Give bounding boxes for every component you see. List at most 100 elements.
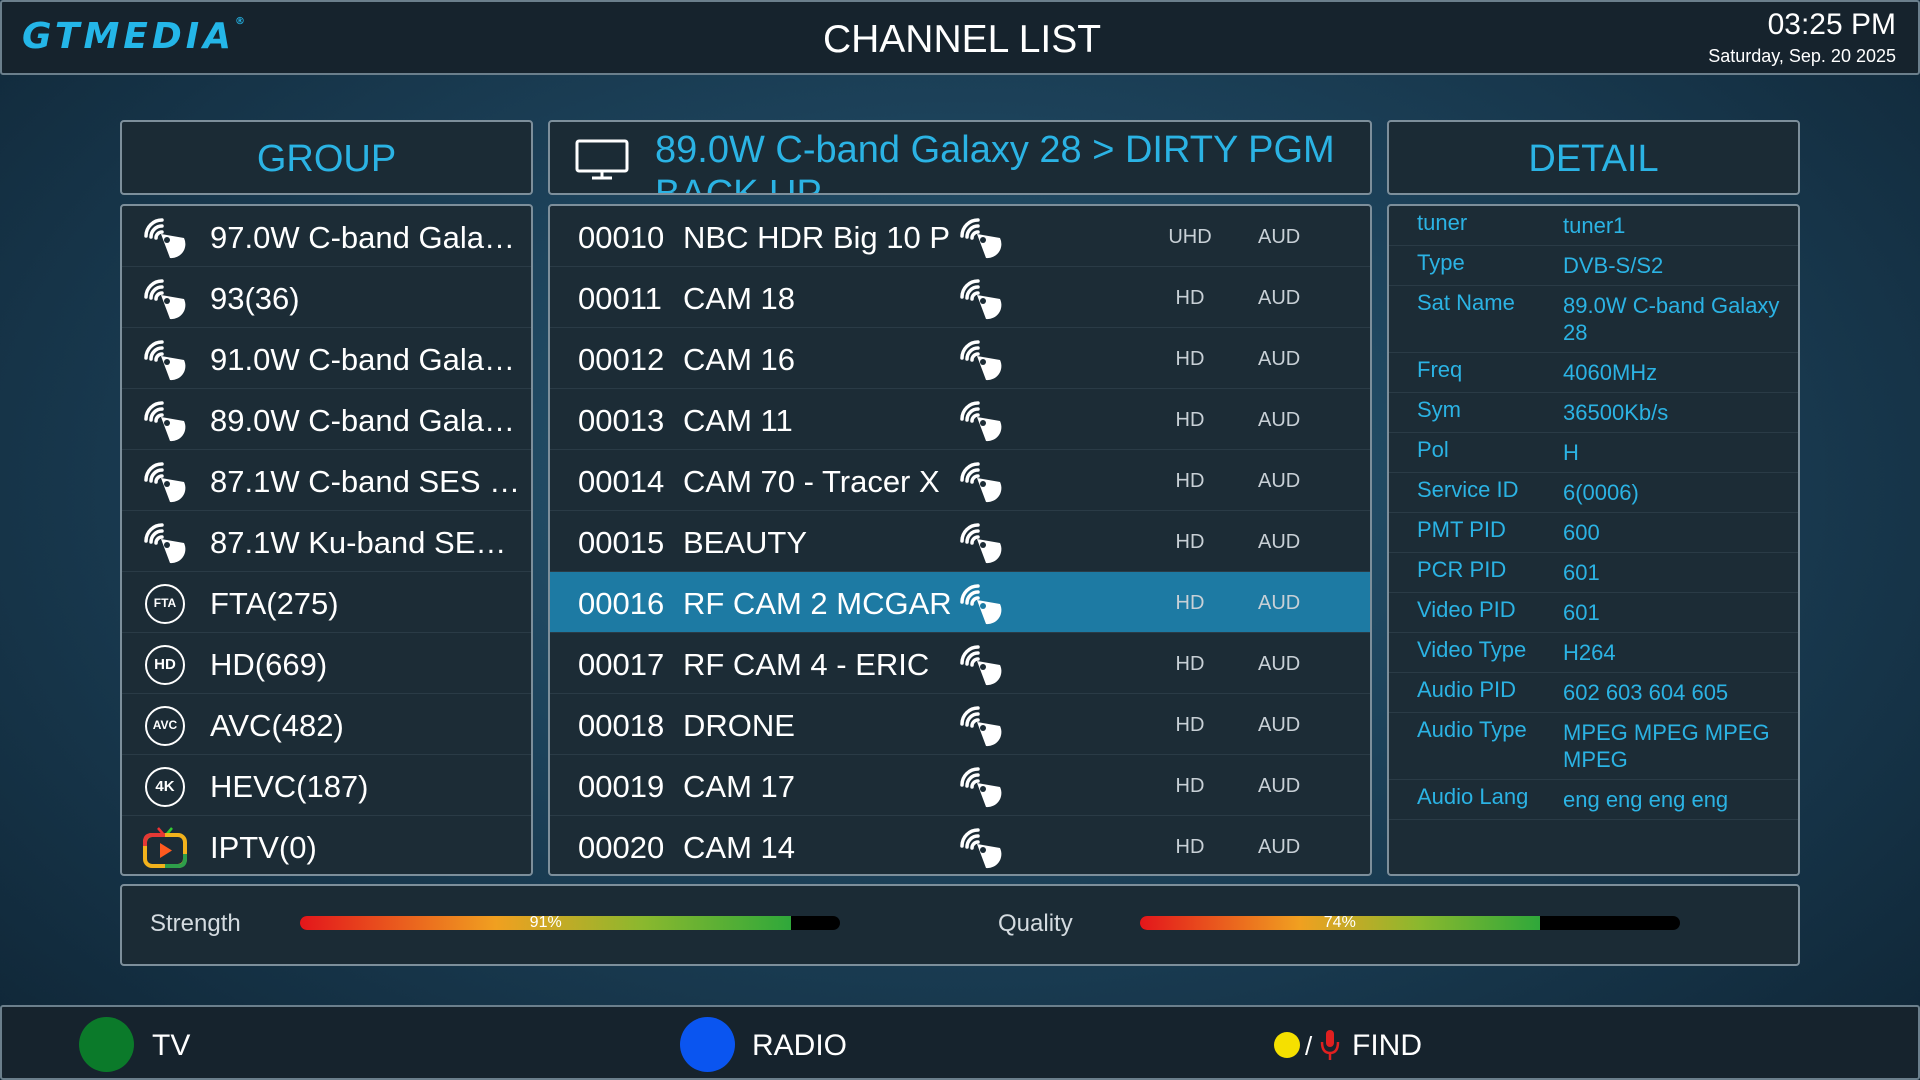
quality-label: Quality [998, 910, 1073, 937]
signal-panel: Strength 91% Quality 74% [120, 884, 1800, 966]
group-header: GROUP [120, 120, 533, 195]
group-item[interactable]: 87.1W C-band SES 2 & SES 3 [122, 450, 531, 511]
detail-row: Service ID 6(0006) [1389, 473, 1798, 513]
channel-row[interactable]: 00017 RF CAM 4 - ERIC HD AUD [550, 633, 1370, 694]
bottom-bar: TV RADIO / FIND [0, 1005, 1920, 1080]
detail-row: Video PID 601 [1389, 593, 1798, 633]
channel-name: RF CAM 4 - ERIC [683, 647, 930, 682]
group-item[interactable]: 87.1W Ku-band SES 2 & SES 3 [122, 511, 531, 572]
satellite-icon [142, 521, 188, 565]
channel-name: CAM 18 [683, 281, 795, 316]
channel-name: CAM 17 [683, 769, 795, 804]
channel-row[interactable]: 00019 CAM 17 HD AUD [550, 755, 1370, 816]
strength-bar: 91% [300, 916, 840, 930]
detail-row: Type DVB-S/S2 [1389, 246, 1798, 286]
group-item[interactable]: 89.0W C-band Galaxy 28 [122, 389, 531, 450]
detail-row: tuner tuner1 [1389, 206, 1798, 246]
detail-key: Audio PID [1417, 677, 1517, 702]
channel-name: NBC HDR Big 10 Pri [683, 220, 951, 255]
satellite-icon [958, 277, 1004, 321]
group-list: 97.0W C-band Galaxy 19 93(36) 91.0W C-band… [120, 204, 533, 876]
channel-name: BEAUTY [683, 525, 808, 560]
channel-resolution: UHD [1168, 226, 1212, 248]
channel-row[interactable]: 00013 CAM 11 HD AUD [550, 389, 1370, 450]
group-item[interactable]: 4K HEVC(187) [122, 755, 531, 816]
satellite-icon [958, 460, 1004, 504]
channel-number: 00018 [578, 708, 665, 743]
channel-row[interactable]: 00011 CAM 18 HD AUD [550, 267, 1370, 328]
group-item[interactable]: IPTV(0) [122, 816, 531, 874]
detail-key: Sat Name [1417, 290, 1515, 315]
group-item-label: HEVC(187) [210, 769, 369, 804]
detail-heading: DETAIL [1528, 138, 1659, 180]
top-bar: GTMEDIA® CHANNEL LIST 03:25 PM Saturday,… [0, 0, 1920, 75]
blue-key-icon [680, 1017, 735, 1072]
channel-resolution: HD [1175, 287, 1205, 309]
group-item-label: FTA(275) [210, 586, 339, 621]
detail-key: Pol [1417, 437, 1449, 462]
detail-value: 89.0W C-band Galaxy 28 [1563, 293, 1780, 345]
fta-icon: FTA [145, 584, 185, 624]
detail-value: 6(0006) [1563, 480, 1639, 505]
find-key-label[interactable]: FIND [1352, 1029, 1422, 1063]
satellite-icon [142, 460, 188, 504]
group-item-label: 93(36) [210, 281, 300, 316]
detail-value: 601 [1563, 600, 1600, 625]
detail-key: Video Type [1417, 637, 1527, 662]
satellite-icon [958, 216, 1004, 260]
channel-number: 00014 [578, 464, 665, 499]
channel-number: 00010 [578, 220, 665, 255]
strength-label: Strength [150, 910, 241, 937]
channel-audio: AUD [1258, 592, 1301, 614]
channel-name: RF CAM 2 MCGARRY [683, 586, 951, 621]
detail-row: PCR PID 601 [1389, 553, 1798, 593]
channel-row[interactable]: 00010 NBC HDR Big 10 Pri UHD AUD [550, 206, 1370, 267]
channel-list-header: 89.0W C-band Galaxy 28 > DIRTY PGM BACK … [548, 120, 1372, 195]
group-item-label: 87.1W Ku-band SES 2 & SES 3 [210, 525, 527, 560]
detail-value: eng eng eng eng [1563, 787, 1729, 812]
tv-key-label[interactable]: TV [152, 1029, 190, 1063]
channel-number: 00013 [578, 403, 665, 438]
detail-list: tuner tuner1 Type DVB-S/S2 Sat Name 89.0W C-b… [1387, 204, 1800, 876]
group-item[interactable]: 91.0W C-band Galaxy 17 [122, 328, 531, 389]
channel-row[interactable]: 00014 CAM 70 - Tracer X HD AUD [550, 450, 1370, 511]
group-item-label: 89.0W C-band Galaxy 28 [210, 403, 527, 438]
satellite-icon [958, 399, 1004, 443]
channel-audio: AUD [1258, 409, 1301, 431]
detail-key: Freq [1417, 357, 1463, 382]
group-item[interactable]: HD HD(669) [122, 633, 531, 694]
channel-name: DRONE [683, 708, 795, 743]
group-item-label: 91.0W C-band Galaxy 17 [210, 342, 527, 377]
detail-row: PMT PID 600 [1389, 513, 1798, 553]
channel-row[interactable]: 00012 CAM 16 HD AUD [550, 328, 1370, 389]
channel-name: CAM 16 [683, 342, 795, 377]
detail-value: H264 [1563, 640, 1616, 665]
4k-icon: 4K [145, 767, 185, 807]
hd-icon: HD [145, 645, 185, 685]
group-item[interactable]: AVC AVC(482) [122, 694, 531, 755]
satellite-icon [142, 338, 188, 382]
detail-header: DETAIL [1387, 120, 1800, 195]
channel-row[interactable]: 00020 CAM 14 HD AUD [550, 816, 1370, 874]
channel-number: 00017 [578, 647, 665, 682]
channel-row-selected[interactable]: 00016 RF CAM 2 MCGARRY HD AUD [550, 572, 1370, 633]
detail-key: Audio Lang [1417, 784, 1529, 809]
channel-number: 00011 [578, 281, 662, 316]
channel-row[interactable]: 00018 DRONE HD AUD [550, 694, 1370, 755]
satellite-icon [958, 704, 1004, 748]
satellite-icon [142, 399, 188, 443]
channel-row[interactable]: 00015 BEAUTY HD AUD [550, 511, 1370, 572]
group-item[interactable]: 93(36) [122, 267, 531, 328]
radio-key-label[interactable]: RADIO [752, 1029, 847, 1063]
channel-audio: AUD [1258, 836, 1301, 858]
channel-name: CAM 14 [683, 830, 795, 865]
page-title: CHANNEL LIST [822, 18, 1102, 61]
detail-key: tuner [1417, 210, 1468, 235]
channel-resolution: HD [1175, 775, 1205, 797]
group-item[interactable]: 97.0W C-band Galaxy 19 [122, 206, 531, 267]
group-item[interactable]: FTA FTA(275) [122, 572, 531, 633]
detail-row: Sat Name 89.0W C-band Galaxy 28 [1389, 286, 1798, 353]
tv-icon [575, 139, 629, 180]
channel-resolution: HD [1175, 348, 1205, 370]
channel-audio: AUD [1258, 348, 1301, 370]
